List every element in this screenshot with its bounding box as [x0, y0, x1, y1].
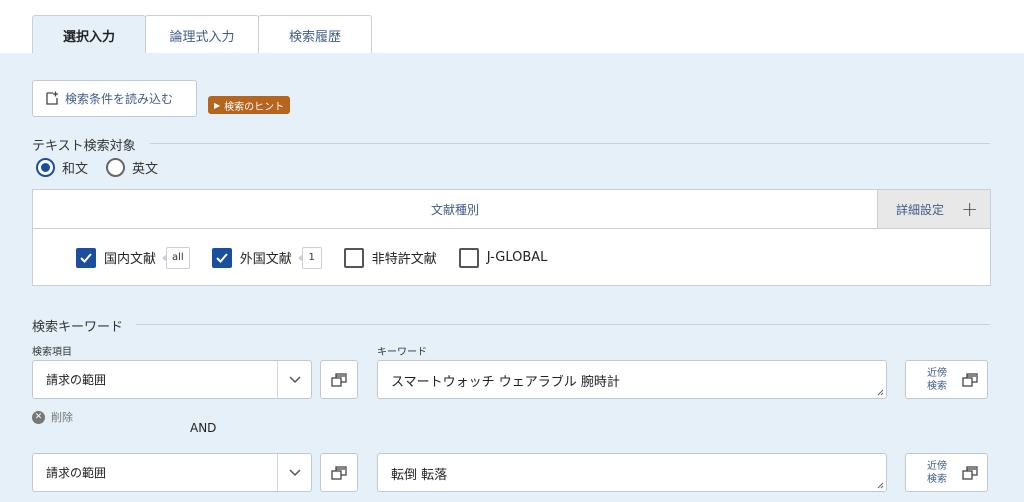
keyword-value: 転倒 転落: [391, 468, 448, 483]
search-hint-label: 検索のヒント: [224, 101, 285, 113]
keyword-input-2[interactable]: 転倒 転落: [377, 453, 887, 492]
radio-japanese[interactable]: 和文: [36, 158, 88, 177]
checkbox-label: 非特許文献: [371, 252, 437, 267]
checkbox-box: [76, 247, 96, 268]
popup-window-icon: [331, 465, 347, 480]
resize-handle-icon[interactable]: [877, 389, 884, 396]
divider: [150, 143, 990, 144]
search-mode-tabs: 選択入力 論理式入力 検索履歴: [32, 15, 372, 54]
checkbox-label: 外国文献: [239, 252, 292, 267]
count-badge: all: [162, 246, 190, 269]
operator-label: AND: [190, 421, 217, 435]
plus-icon: +: [961, 197, 978, 221]
select-value: 請求の範囲: [46, 466, 107, 480]
checkbox-foreign-docs[interactable]: 外国文献 1: [211, 246, 322, 269]
popup-window-icon: [962, 372, 978, 387]
tab-selection-input[interactable]: 選択入力: [32, 15, 146, 54]
document-type-options: 国内文献 all 外国文献 1 非特許文献 J-GLOBAL: [33, 229, 990, 286]
search-field-select-1[interactable]: 請求の範囲: [32, 360, 312, 399]
search-hint-button[interactable]: ▶ 検索のヒント: [208, 96, 291, 114]
checkbox-non-patent-docs[interactable]: 非特許文献: [343, 247, 437, 268]
tab-logical-input[interactable]: 論理式入力: [145, 15, 259, 54]
load-conditions-button[interactable]: 検索条件を読み込む: [32, 80, 197, 117]
checkbox-box: [458, 247, 479, 268]
radio-circle: [106, 158, 126, 177]
divider: [136, 324, 990, 325]
keyword-input-1[interactable]: スマートウォッチ ウェアラブル 腕時計: [377, 360, 887, 399]
chevron-down-icon: [277, 454, 311, 491]
popup-window-icon: [331, 372, 347, 387]
select-value: 請求の範囲: [46, 373, 107, 387]
checkbox-domestic-docs[interactable]: 国内文献 all: [76, 246, 190, 269]
document-type-title: 文献種別: [430, 202, 479, 217]
checkbox-box: [211, 247, 232, 268]
checkmark-icon: [215, 252, 228, 263]
checkmark-icon: [80, 252, 92, 263]
proximity-search-label: 近傍 検索: [927, 460, 947, 485]
proximity-search-label: 近傍 検索: [927, 367, 947, 392]
proximity-search-button-2[interactable]: 近傍 検索: [905, 453, 988, 492]
detail-settings-button[interactable]: 詳細設定 +: [877, 190, 990, 228]
field-picker-button-1[interactable]: [320, 360, 358, 399]
checkbox-box: [343, 247, 364, 268]
delete-label: 削除: [51, 411, 73, 424]
detail-settings-label: 詳細設定: [896, 202, 945, 217]
load-conditions-label: 検索条件を読み込む: [65, 92, 174, 106]
field-label: 検索項目: [32, 347, 72, 358]
search-field-select-2[interactable]: 請求の範囲: [32, 453, 312, 492]
proximity-search-button-1[interactable]: 近傍 検索: [905, 360, 988, 399]
document-type-box: 文献種別 詳細設定 + 国内文献 all 外国文献 1 非特許文献 J-GLOB…: [32, 189, 991, 286]
radio-label: 和文: [62, 162, 89, 177]
document-type-header: 文献種別 詳細設定 +: [33, 190, 990, 229]
tab-search-history[interactable]: 検索履歴: [258, 15, 372, 54]
keyword-section-title: 検索キーワード: [32, 320, 124, 335]
text-target-title: テキスト検索対象: [32, 139, 136, 154]
close-circle-icon: ✕: [32, 410, 45, 424]
play-icon: ▶: [214, 100, 221, 110]
field-picker-button-2[interactable]: [320, 453, 358, 492]
checkbox-label: 国内文献: [104, 252, 157, 267]
radio-circle: [36, 158, 55, 177]
radio-english[interactable]: 英文: [106, 158, 158, 177]
count-badge: 1: [297, 246, 322, 269]
chevron-down-icon: [277, 361, 311, 398]
checkbox-label: J-GLOBAL: [486, 250, 548, 265]
checkbox-j-global[interactable]: J-GLOBAL: [458, 247, 548, 268]
popup-window-icon: [962, 465, 978, 480]
resize-handle-icon[interactable]: [877, 482, 884, 489]
keyword-label: キーワード: [377, 347, 427, 358]
radio-label: 英文: [132, 162, 159, 177]
delete-row-button[interactable]: ✕ 削除: [32, 409, 73, 425]
load-conditions-icon: [46, 91, 58, 105]
keyword-value: スマートウォッチ ウェアラブル 腕時計: [391, 375, 620, 390]
text-target-radios: 和文 英文: [36, 158, 176, 177]
